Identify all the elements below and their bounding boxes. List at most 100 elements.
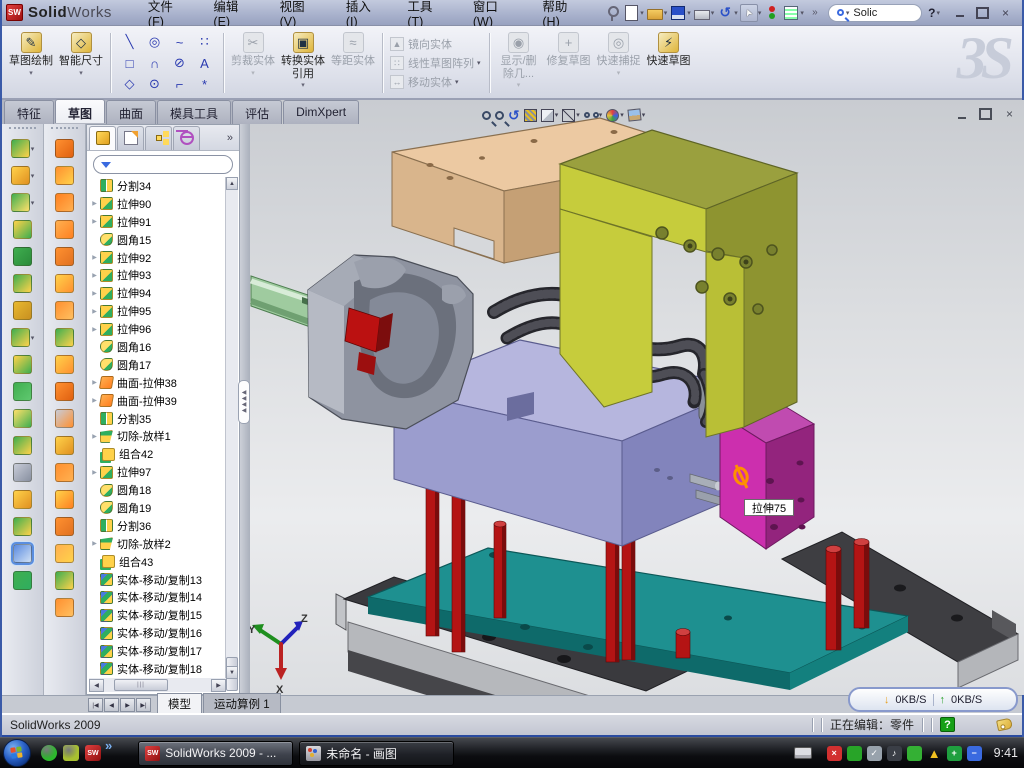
ribbon-button-镜向实体[interactable]: ▲镜向实体	[390, 36, 482, 52]
design-checker-icon-dropdown[interactable]: ▾	[800, 9, 804, 17]
print-icon-dropdown[interactable]: ▾	[711, 9, 715, 17]
search-box[interactable]: ▾ Solic	[828, 4, 922, 22]
tree-item-曲面-拉伸39[interactable]: ▶曲面-拉伸39	[89, 392, 227, 410]
dropdown-icon[interactable]: ▾	[477, 59, 481, 67]
tree-item-圆角17[interactable]: 圆角17	[89, 356, 227, 374]
shield-plus-icon[interactable]: +	[947, 746, 962, 761]
doc-tab-运动算例 1[interactable]: 运动算例 1	[203, 693, 281, 713]
tool-button-toolcol1-6[interactable]	[2, 297, 43, 324]
overflow-icon[interactable]: »	[806, 4, 824, 22]
dropdown-icon[interactable]: ▾	[79, 69, 83, 77]
dropdown-icon[interactable]: ▾	[576, 111, 580, 119]
expander-icon[interactable]: ▶	[89, 469, 100, 476]
toolbar-grip[interactable]	[9, 127, 36, 132]
zoom-fit-icon[interactable]	[482, 111, 491, 120]
network-speed-widget[interactable]: ↓ 0KB/S ↑ 0KB/S	[848, 687, 1018, 712]
feature-manager-tab[interactable]	[89, 126, 116, 150]
tool-button-toolcol1-11[interactable]	[2, 432, 43, 459]
panel-splitter[interactable]: ◀◀◀◀	[240, 124, 250, 695]
tab-草图[interactable]: 草图	[55, 99, 105, 123]
tool-button-toolcol2-16[interactable]	[44, 567, 85, 594]
tool-button-toolcol2-2[interactable]	[44, 189, 85, 216]
tool-button-toolcol2-12[interactable]	[44, 459, 85, 486]
undo-icon-dropdown[interactable]: ▾	[734, 9, 738, 17]
dropdown-icon[interactable]: ▾	[642, 111, 646, 119]
tool-button-toolcol2-17[interactable]	[44, 594, 85, 621]
dropdown-icon[interactable]: ▾	[555, 111, 559, 119]
scroll-thumb[interactable]: |||	[114, 679, 168, 691]
section-view-icon[interactable]	[524, 109, 537, 122]
tool-button-toolcol1-14[interactable]	[2, 513, 43, 540]
sketch-entity-icon-7[interactable]: A	[192, 53, 217, 74]
tab-nav-3[interactable]: ▶|	[136, 698, 151, 712]
tool-button-toolcol1-16[interactable]	[2, 567, 43, 594]
expander-icon[interactable]: ▶	[89, 200, 100, 207]
dropdown-icon[interactable]: ▾	[599, 111, 603, 119]
tab-nav-1[interactable]: ◀	[104, 698, 119, 712]
tab-评估[interactable]: 评估	[232, 100, 282, 124]
tool-button-toolcol2-15[interactable]	[44, 540, 85, 567]
tree-item-实体-移动/复制17[interactable]: 实体-移动/复制17	[89, 642, 227, 660]
doc-close-button[interactable]: ×	[999, 106, 1020, 122]
previous-view-icon[interactable]: ↺	[508, 108, 520, 122]
tree-item-实体-移动/复制15[interactable]: 实体-移动/复制15	[89, 606, 227, 624]
expander-icon[interactable]: ▶	[89, 290, 100, 297]
ribbon-button-快速草图[interactable]: ⚡快速草图	[644, 29, 694, 97]
doc-minimize-button[interactable]	[951, 106, 972, 122]
tool-button-toolcol1-0[interactable]: ▾	[2, 135, 43, 162]
tool-button-toolcol1-15[interactable]	[2, 540, 43, 567]
save-icon[interactable]	[669, 4, 687, 22]
design-checker-icon[interactable]	[782, 4, 800, 22]
dropdown-icon[interactable]: ▾	[517, 81, 521, 89]
search-dropdown-icon[interactable]: ▾	[846, 9, 850, 17]
tool-button-toolcol2-6[interactable]	[44, 297, 85, 324]
display-style-icon[interactable]: ▾	[562, 109, 580, 122]
expander-icon[interactable]: ▶	[89, 254, 100, 261]
expander-icon[interactable]: ▶	[89, 433, 100, 440]
dropdown-icon[interactable]: ▾	[251, 69, 255, 77]
tool-button-toolcol1-10[interactable]	[2, 405, 43, 432]
tool-dropdown-icon[interactable]: ▾	[31, 172, 35, 180]
appearance-icon[interactable]: ▾	[606, 109, 624, 122]
tree-item-拉伸97[interactable]: ▶拉伸97	[89, 463, 227, 481]
help-button[interactable]: ?	[928, 6, 935, 20]
save-icon-dropdown[interactable]: ▾	[687, 9, 691, 17]
dropdown-icon[interactable]: ▾	[455, 78, 459, 86]
hide-show-items-icon[interactable]: ▾	[584, 111, 603, 119]
tree-item-组合43[interactable]: 组合43	[89, 553, 227, 571]
search-input[interactable]: Solic	[853, 7, 877, 19]
tree-item-拉伸92[interactable]: ▶拉伸92	[89, 249, 227, 267]
taskbar-clock[interactable]: 9:41	[994, 746, 1018, 760]
dropdown-icon[interactable]: ▾	[301, 81, 305, 89]
tool-button-toolcol2-14[interactable]	[44, 513, 85, 540]
graphics-viewport[interactable]: Y Z X ↺▾▾▾▾▾ × 拉伸75	[250, 100, 1024, 695]
clamp-block[interactable]	[308, 255, 473, 429]
tab-nav-0[interactable]: |◀	[88, 698, 103, 712]
warning-icon[interactable]: ▲	[927, 746, 942, 761]
tree-item-圆角19[interactable]: 圆角19	[89, 499, 227, 517]
sketch-entity-icon-10[interactable]: ⌐	[167, 74, 192, 95]
property-manager-tab[interactable]	[117, 126, 144, 150]
tool-button-toolcol2-13[interactable]	[44, 486, 85, 513]
ribbon-button-智能尺寸[interactable]: ◇智能尺寸▾	[56, 29, 106, 97]
sketch-entity-icon-9[interactable]: ⊙	[142, 74, 167, 95]
sketch-entity-icon-3[interactable]: ∷	[192, 32, 217, 53]
zoom-area-icon[interactable]	[495, 111, 504, 120]
app-quick-icon[interactable]	[63, 745, 79, 761]
open-icon-dropdown[interactable]: ▾	[664, 9, 668, 17]
tree-item-实体-移动/复制13[interactable]: 实体-移动/复制13	[89, 571, 227, 589]
start-button[interactable]	[3, 739, 31, 767]
sketch-entity-icon-4[interactable]: □	[117, 53, 142, 74]
tool-button-toolcol2-7[interactable]	[44, 324, 85, 351]
ribbon-button-移动实体[interactable]: ↔移动实体▾	[390, 74, 482, 90]
tree-item-实体-移动/复制14[interactable]: 实体-移动/复制14	[89, 588, 227, 606]
tool-button-toolcol1-4[interactable]	[2, 243, 43, 270]
tree-filter-input[interactable]	[93, 155, 233, 174]
new-file-icon[interactable]	[622, 4, 640, 22]
tree-item-圆角16[interactable]: 圆角16	[89, 338, 227, 356]
tool-button-toolcol2-9[interactable]	[44, 378, 85, 405]
select-cursor-icon-dropdown[interactable]: ▾	[758, 9, 762, 17]
tree-item-组合42[interactable]: 组合42	[89, 445, 227, 463]
pin-icon[interactable]	[603, 4, 621, 22]
doc-tab-模型[interactable]: 模型	[157, 693, 202, 713]
